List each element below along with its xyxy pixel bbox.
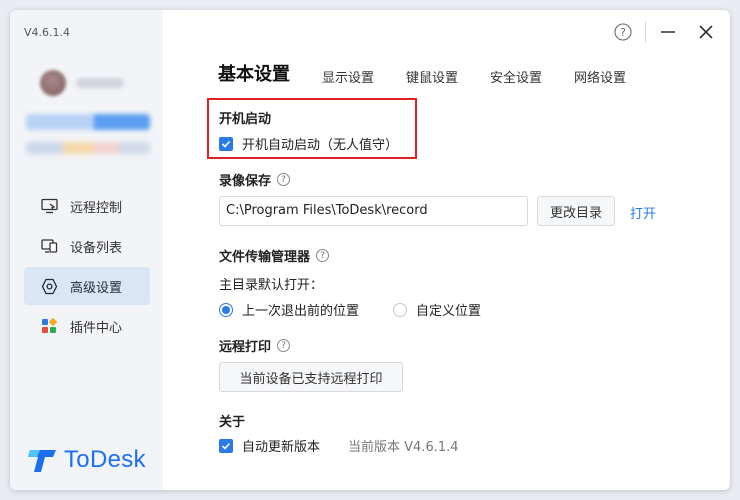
check-icon <box>221 442 231 450</box>
version-label: V4.6.1.4 <box>24 26 71 39</box>
device-code-blurred <box>26 142 150 154</box>
startup-checkbox-label: 开机自动启动（无人值守） <box>242 138 399 153</box>
sidebar-item-plugin-center[interactable]: 插件中心 <box>24 307 150 345</box>
user-profile[interactable] <box>40 70 124 96</box>
default-open-label: 主目录默认打开： <box>219 278 324 293</box>
remote-print-section-title: 远程打印 ? <box>219 336 291 355</box>
minimize-button[interactable] <box>658 22 678 42</box>
file-transfer-section-title: 文件传输管理器 ? <box>219 246 330 265</box>
startup-section-title: 开机启动 <box>219 112 272 127</box>
svg-text:?: ? <box>620 26 626 39</box>
sidebar-nav: 远程控制 设备列表 高级设置 插件中心 <box>24 187 150 347</box>
about-section-title: 关于 <box>219 415 246 430</box>
remote-print-button[interactable]: 当前设备已支持远程打印 <box>219 362 403 392</box>
record-title-text: 录像保存 <box>219 174 272 189</box>
sidebar-item-label: 设备列表 <box>70 240 123 256</box>
startup-checkbox-row[interactable]: 开机自动启动（无人值守） <box>219 134 398 153</box>
minimize-icon <box>661 31 675 33</box>
advanced-settings-icon <box>40 277 58 295</box>
sidebar-item-label: 高级设置 <box>70 280 123 296</box>
app-window: V4.6.1.4 远程控制 设备列表 高级设置 插件中心 ToDesk ? 基本… <box>10 10 730 490</box>
close-button[interactable] <box>696 22 716 42</box>
sidebar-item-remote-control[interactable]: 远程控制 <box>24 187 150 225</box>
radio-custom-location-label[interactable]: 自定义位置 <box>416 300 481 319</box>
sidebar-item-label: 远程控制 <box>70 200 123 216</box>
sidebar-item-advanced-settings[interactable]: 高级设置 <box>24 267 150 305</box>
device-id-blurred <box>26 114 150 130</box>
divider <box>645 22 646 42</box>
settings-panel: ? 基本设置 显示设置 键鼠设置 安全设置 网络设置 开机启动 开机自动启动（无… <box>163 10 730 490</box>
tab-security-settings[interactable]: 安全设置 <box>490 67 542 86</box>
change-directory-button[interactable]: 更改目录 <box>537 196 615 226</box>
tab-basic-settings[interactable]: 基本设置 <box>218 60 290 86</box>
auto-update-label[interactable]: 自动更新版本 <box>242 436 320 455</box>
radio-last-location-label[interactable]: 上一次退出前的位置 <box>242 300 359 319</box>
help-icon: ? <box>614 23 632 41</box>
todesk-logo-icon <box>28 450 56 472</box>
device-list-icon <box>40 237 58 255</box>
current-version-label: 当前版本 V4.6.1.4 <box>348 440 459 455</box>
radio-last-location[interactable] <box>219 302 233 317</box>
radio-custom-location[interactable] <box>393 302 408 317</box>
tab-keyboard-mouse-settings[interactable]: 键鼠设置 <box>406 67 458 86</box>
remote-print-title-text: 远程打印 <box>219 340 272 355</box>
check-icon <box>221 140 231 148</box>
sidebar-item-device-list[interactable]: 设备列表 <box>24 227 150 265</box>
auto-update-checkbox[interactable] <box>219 438 233 453</box>
record-help-icon[interactable]: ? <box>277 173 291 186</box>
record-path-input[interactable]: C:\Program Files\ToDesk\record <box>219 196 528 226</box>
logo-text: ToDesk <box>64 446 146 473</box>
remote-print-help-icon[interactable]: ? <box>277 339 291 352</box>
window-controls: ? <box>613 22 716 42</box>
todesk-logo: ToDesk <box>28 446 146 474</box>
avatar <box>40 70 66 96</box>
close-icon <box>699 25 713 39</box>
file-transfer-title-text: 文件传输管理器 <box>219 250 311 265</box>
sidebar: V4.6.1.4 远程控制 设备列表 高级设置 插件中心 ToDesk <box>10 10 163 490</box>
open-directory-link[interactable]: 打开 <box>630 203 656 222</box>
record-section-title: 录像保存 ? <box>219 170 291 189</box>
help-button[interactable]: ? <box>613 22 633 42</box>
sidebar-item-label: 插件中心 <box>70 320 123 336</box>
settings-tabs: 基本设置 显示设置 键鼠设置 安全设置 网络设置 <box>218 60 658 86</box>
tab-network-settings[interactable]: 网络设置 <box>574 67 626 86</box>
plugin-center-icon <box>40 317 58 335</box>
file-transfer-options: 上一次退出前的位置 自定义位置 <box>219 300 481 319</box>
user-name-blurred <box>76 78 124 88</box>
remote-control-icon <box>40 197 58 215</box>
startup-checkbox[interactable] <box>219 136 233 151</box>
file-transfer-help-icon[interactable]: ? <box>316 249 330 262</box>
auto-update-row: 自动更新版本 当前版本 V4.6.1.4 <box>219 436 459 455</box>
tab-display-settings[interactable]: 显示设置 <box>322 67 374 86</box>
